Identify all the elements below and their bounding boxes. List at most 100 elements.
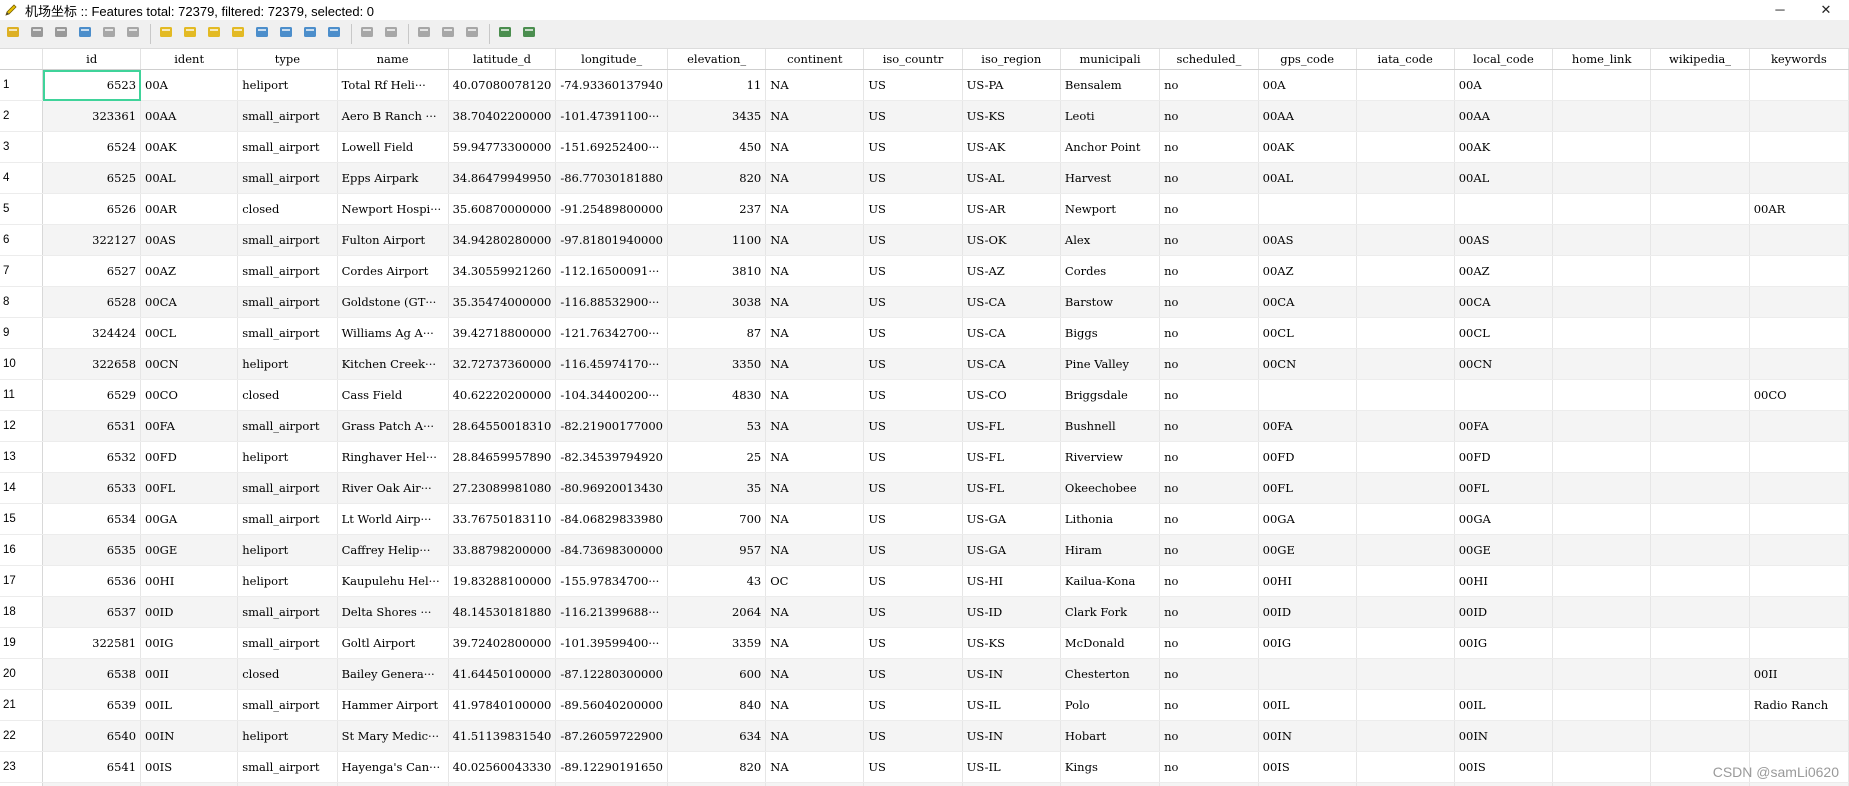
cell-longitude[interactable]: -112.16500091··· — [555, 255, 669, 287]
cell-localcode[interactable]: 00AA — [1454, 100, 1554, 132]
cell-localcode[interactable]: 00FL — [1454, 472, 1554, 504]
cell-type[interactable]: small_airport — [237, 472, 338, 504]
cell-latituded[interactable]: 41.64450100000 — [448, 658, 557, 690]
row-header[interactable]: 3 — [0, 131, 44, 163]
cell-gpscode[interactable] — [1258, 658, 1357, 690]
cell-localcode[interactable]: 00GE — [1454, 534, 1554, 566]
cell-wikipedia[interactable] — [1650, 162, 1750, 194]
cell-wikipedia[interactable] — [1650, 441, 1750, 473]
cell-isoregion[interactable]: US-GA — [962, 534, 1061, 566]
cell-scheduled[interactable]: no — [1159, 751, 1259, 783]
cell-keywords[interactable]: Radio Ranch — [1749, 689, 1849, 721]
cell-isocountr[interactable]: US — [863, 720, 963, 752]
cell-type[interactable]: small_airport — [237, 627, 338, 659]
cell-gpscode[interactable]: 00IL — [1258, 689, 1357, 721]
table-row[interactable]: 19 322581 00IG small_airport Goltl Airport 39… — [0, 627, 1849, 659]
cell-keywords[interactable] — [1749, 503, 1849, 535]
cell-localcode[interactable] — [1454, 193, 1554, 225]
cell-keywords[interactable] — [1749, 720, 1849, 752]
cell-elevation[interactable]: 450 — [667, 131, 767, 163]
column-header-continent[interactable]: continent — [765, 49, 865, 70]
cell-isoregion[interactable]: US-KS — [962, 100, 1061, 132]
cell-ident[interactable]: 00AL — [140, 162, 239, 194]
row-header[interactable]: 6 — [0, 224, 44, 256]
cell-municipali[interactable]: Briggsdale — [1060, 379, 1161, 411]
row-header[interactable]: 4 — [0, 162, 44, 194]
cell-name[interactable]: Goldstone (GT··· — [337, 286, 449, 318]
cell-longitude[interactable]: -74.93360137940 — [555, 69, 669, 101]
cell-isocountr[interactable]: US — [863, 751, 963, 783]
cell-scheduled[interactable]: no — [1159, 720, 1259, 752]
cell-ident[interactable]: 00AK — [140, 131, 239, 163]
cell-localcode[interactable] — [1454, 379, 1554, 411]
cell-homelink[interactable] — [1552, 162, 1652, 194]
save-edits-button[interactable] — [50, 23, 71, 45]
cell-name[interactable]: Kitchen Creek··· — [337, 348, 449, 380]
cell-keywords[interactable] — [1749, 100, 1849, 132]
cell-iatacode[interactable] — [1356, 379, 1455, 411]
cell-isoregion[interactable]: US-HI — [962, 565, 1061, 597]
cell-ident[interactable]: 00AR — [140, 193, 239, 225]
cell-wikipedia[interactable] — [1650, 317, 1750, 349]
cell-iatacode[interactable] — [1356, 162, 1455, 194]
cell-scheduled[interactable]: no — [1159, 689, 1259, 721]
cell-ident[interactable]: 00CO — [140, 379, 239, 411]
column-header-scheduled[interactable]: scheduled_ — [1159, 49, 1259, 70]
cell-iatacode[interactable] — [1356, 503, 1455, 535]
cell-scheduled[interactable]: no — [1159, 782, 1259, 786]
cell-ident[interactable]: 00CN — [140, 348, 239, 380]
cell-keywords[interactable] — [1749, 131, 1849, 163]
cell-wikipedia[interactable] — [1650, 534, 1750, 566]
cell-id[interactable]: 6531 — [42, 410, 142, 442]
table-row[interactable]: 13 6532 00FD heliport Ringhaver Hel··· 28.846… — [0, 441, 1849, 473]
cell-isoregion[interactable]: US-IL — [962, 751, 1061, 783]
cell-keywords[interactable] — [1749, 627, 1849, 659]
cell-scheduled[interactable]: no — [1159, 565, 1259, 597]
cell-iatacode[interactable] — [1356, 751, 1455, 783]
cell-latituded[interactable]: 34.30559921260 — [448, 255, 557, 287]
cell-isoregion[interactable]: US-IL — [962, 689, 1061, 721]
cell-municipali[interactable]: Anchor Point — [1060, 131, 1161, 163]
cell-iatacode[interactable] — [1356, 596, 1455, 628]
cell-longitude[interactable]: -84.73698300000 — [555, 534, 669, 566]
cell-longitude[interactable]: -151.69252400··· — [555, 131, 669, 163]
cell-continent[interactable]: NA — [765, 410, 865, 442]
table-row[interactable]: 15 6534 00GA small_airport Lt World Airp··· 3… — [0, 503, 1849, 535]
cell-type[interactable]: closed — [237, 658, 338, 690]
cell-continent[interactable]: NA — [765, 751, 865, 783]
cell-longitude[interactable]: -89.12290191650 — [555, 751, 669, 783]
cell-elevation[interactable]: 3435 — [667, 100, 767, 132]
cell-municipali[interactable]: Okeechobee — [1060, 472, 1161, 504]
cell-localcode[interactable]: 00CA — [1454, 286, 1554, 318]
organize-columns-button[interactable] — [461, 23, 482, 45]
select-expression-button[interactable] — [155, 23, 176, 45]
cell-type[interactable]: small_airport — [237, 410, 338, 442]
cell-municipali[interactable]: Hobart — [1060, 720, 1161, 752]
table-row[interactable]: 14 6533 00FL small_airport River Oak Air··· 2… — [0, 472, 1849, 504]
cell-isoregion[interactable]: US-CA — [962, 348, 1061, 380]
cell-localcode[interactable]: 00IS — [1454, 751, 1554, 783]
cell-name[interactable]: Ringhaver Hel··· — [337, 441, 449, 473]
cell-gpscode[interactable]: 00AA — [1258, 100, 1357, 132]
cell-wikipedia[interactable] — [1650, 596, 1750, 628]
cell-homelink[interactable] — [1552, 503, 1652, 535]
row-header[interactable]: 24 — [0, 782, 44, 786]
cell-type[interactable]: small_airport — [237, 255, 338, 287]
field-calculator-button[interactable] — [494, 23, 515, 45]
cell-elevation[interactable]: 820 — [667, 162, 767, 194]
column-header-longitude[interactable]: longitude_ — [555, 49, 669, 70]
column-header-keywords[interactable]: keywords — [1749, 49, 1849, 70]
cell-scheduled[interactable]: no — [1159, 658, 1259, 690]
cell-isoregion[interactable]: US-FL — [962, 441, 1061, 473]
row-header[interactable]: 12 — [0, 410, 44, 442]
cell-isocountr[interactable]: US — [863, 689, 963, 721]
table-row[interactable]: 10 322658 00CN heliport Kitchen Creek··· 32.7… — [0, 348, 1849, 380]
cell-wikipedia[interactable] — [1650, 224, 1750, 256]
cell-scheduled[interactable]: no — [1159, 534, 1259, 566]
cell-longitude[interactable]: -101.47391100··· — [555, 100, 669, 132]
cell-elevation[interactable]: 3350 — [667, 348, 767, 380]
cell-id[interactable]: 6539 — [42, 689, 142, 721]
cell-keywords[interactable]: 00CO — [1749, 379, 1849, 411]
cell-longitude[interactable]: -82.21900177000 — [555, 410, 669, 442]
cell-municipali[interactable]: McDonald — [1060, 627, 1161, 659]
